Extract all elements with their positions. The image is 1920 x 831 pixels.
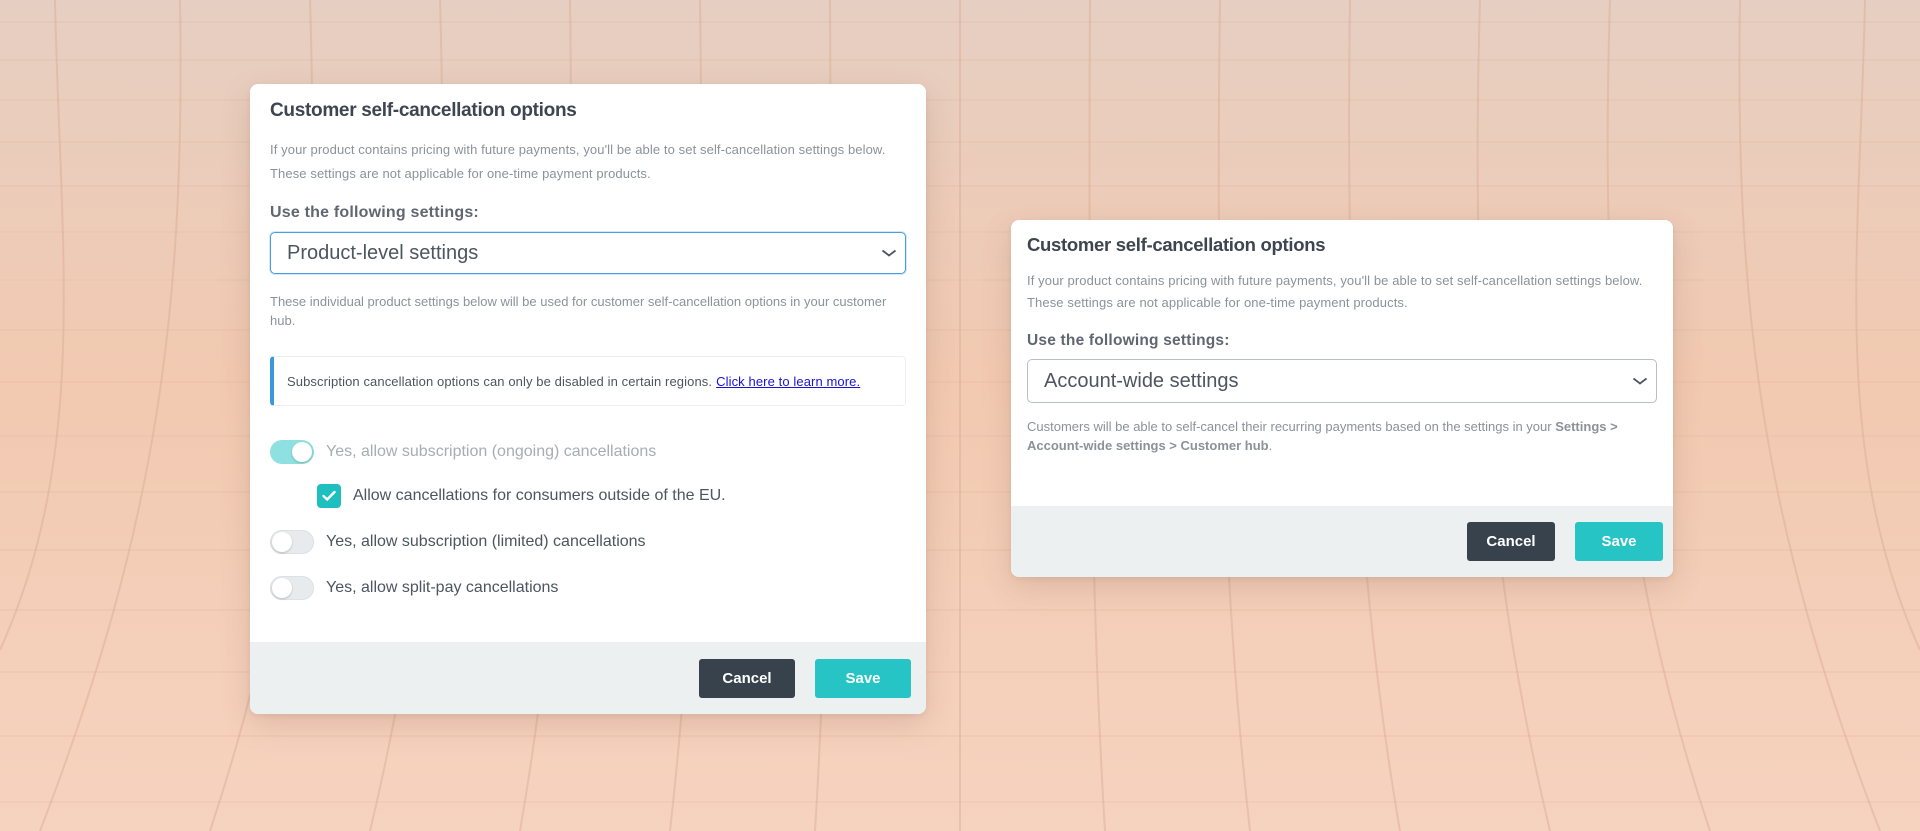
dialog-footer: Cancel Save: [1011, 506, 1673, 577]
settings-hint: These individual product settings below …: [270, 294, 887, 328]
alert-text: Subscription cancellation options can on…: [287, 373, 713, 389]
settings-select[interactable]: Product-level settings: [270, 232, 906, 274]
settings-label: Use the following settings:: [270, 204, 479, 221]
cancel-button[interactable]: Cancel: [1467, 522, 1555, 561]
option-limited-cancellations: Yes, allow subscription (limited) cancel…: [270, 528, 906, 556]
toggle-knob: [272, 578, 292, 598]
region-alert: Subscription cancellation options can on…: [270, 356, 906, 406]
option-ongoing-cancellations: Yes, allow subscription (ongoing) cancel…: [270, 438, 906, 466]
settings-select-value: Product-level settings: [287, 241, 479, 264]
self-cancellation-dialog-product-level: Customer self-cancellation options If yo…: [250, 84, 926, 714]
settings-label: Use the following settings:: [1027, 332, 1230, 349]
dialog-description: If your product contains pricing with fu…: [1027, 273, 1643, 310]
hint-text: Customers will be able to self-cancel th…: [1027, 419, 1556, 434]
chevron-down-icon: [1632, 374, 1648, 388]
ongoing-cancellations-label: Yes, allow subscription (ongoing) cancel…: [326, 443, 657, 460]
chevron-down-icon: [881, 246, 897, 260]
save-button[interactable]: Save: [1575, 522, 1663, 561]
option-split-pay-cancellations: Yes, allow split-pay cancellations: [270, 574, 906, 602]
save-button[interactable]: Save: [815, 658, 911, 698]
settings-select-value: Account-wide settings: [1044, 369, 1239, 392]
dialog-title: Customer self-cancellation options: [270, 100, 577, 121]
dialog-footer: Cancel Save: [250, 642, 926, 714]
limited-cancellations-toggle[interactable]: [270, 530, 314, 554]
settings-hint: Customers will be able to self-cancel th…: [1027, 417, 1657, 455]
check-icon: [322, 490, 336, 501]
cancel-button[interactable]: Cancel: [699, 658, 795, 698]
toggle-knob: [292, 442, 312, 462]
hint-suffix: .: [1268, 438, 1273, 453]
dialog-description: If your product contains pricing with fu…: [270, 142, 886, 181]
ongoing-cancellations-toggle[interactable]: [270, 440, 314, 464]
toggle-knob: [272, 532, 292, 552]
dialog-body: Customer self-cancellation options If yo…: [250, 84, 926, 642]
dialog-title: Customer self-cancellation options: [1027, 234, 1326, 255]
dialog-body: Customer self-cancellation options If yo…: [1011, 220, 1673, 506]
option-outside-eu: Allow cancellations for consumers outsid…: [270, 482, 906, 510]
learn-more-link[interactable]: Click here to learn more.: [716, 374, 860, 389]
split-pay-cancellations-label: Yes, allow split-pay cancellations: [326, 579, 559, 596]
split-pay-cancellations-toggle[interactable]: [270, 576, 314, 600]
self-cancellation-dialog-account-wide: Customer self-cancellation options If yo…: [1011, 220, 1673, 577]
outside-eu-label: Allow cancellations for consumers outsid…: [353, 487, 726, 504]
outside-eu-checkbox[interactable]: [317, 484, 341, 508]
limited-cancellations-label: Yes, allow subscription (limited) cancel…: [326, 533, 646, 550]
settings-select[interactable]: Account-wide settings: [1027, 359, 1657, 403]
